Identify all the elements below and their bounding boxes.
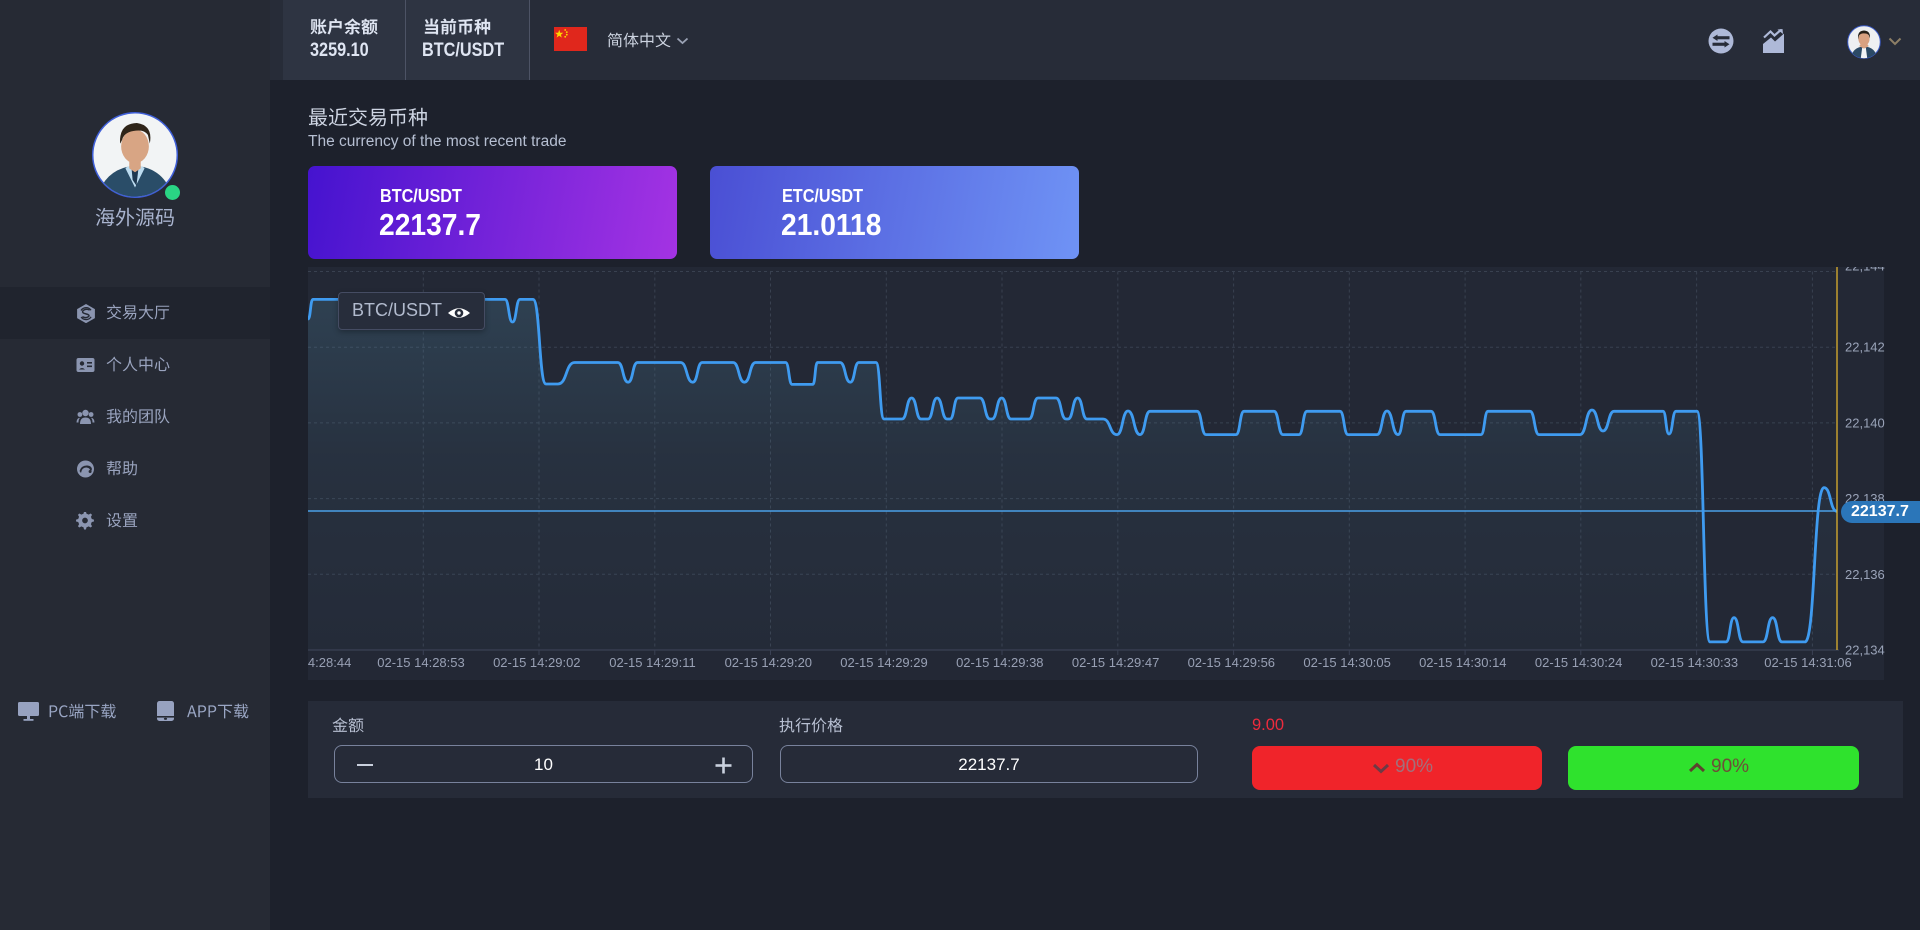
svg-text:02-15 14:28:53: 02-15 14:28:53 — [377, 655, 464, 670]
svg-text:02-15 14:30:33: 02-15 14:30:33 — [1651, 655, 1738, 670]
svg-text:02-15 14:30:24: 02-15 14:30:24 — [1535, 655, 1622, 670]
svg-text:22,142: 22,142 — [1845, 340, 1885, 355]
svg-text:02-15 14:31:06: 02-15 14:31:06 — [1764, 655, 1851, 670]
svg-text:02-15 14:29:56: 02-15 14:29:56 — [1188, 655, 1275, 670]
svg-text:02-15 14:29:20: 02-15 14:29:20 — [725, 655, 812, 670]
svg-text:02-15 14:30:05: 02-15 14:30:05 — [1303, 655, 1390, 670]
svg-text:02-15 14:29:47: 02-15 14:29:47 — [1072, 655, 1159, 670]
svg-text:4:28:44: 4:28:44 — [308, 655, 351, 670]
svg-text:02-15 14:30:14: 02-15 14:30:14 — [1419, 655, 1506, 670]
svg-text:02-15 14:29:02: 02-15 14:29:02 — [493, 655, 580, 670]
svg-text:02-15 14:29:29: 02-15 14:29:29 — [840, 655, 927, 670]
svg-text:22,144: 22,144 — [1845, 267, 1885, 274]
svg-text:22,136: 22,136 — [1845, 567, 1885, 582]
svg-text:02-15 14:29:38: 02-15 14:29:38 — [956, 655, 1043, 670]
svg-text:22,140: 22,140 — [1845, 415, 1885, 430]
svg-text:02-15 14:29:11: 02-15 14:29:11 — [609, 655, 696, 670]
